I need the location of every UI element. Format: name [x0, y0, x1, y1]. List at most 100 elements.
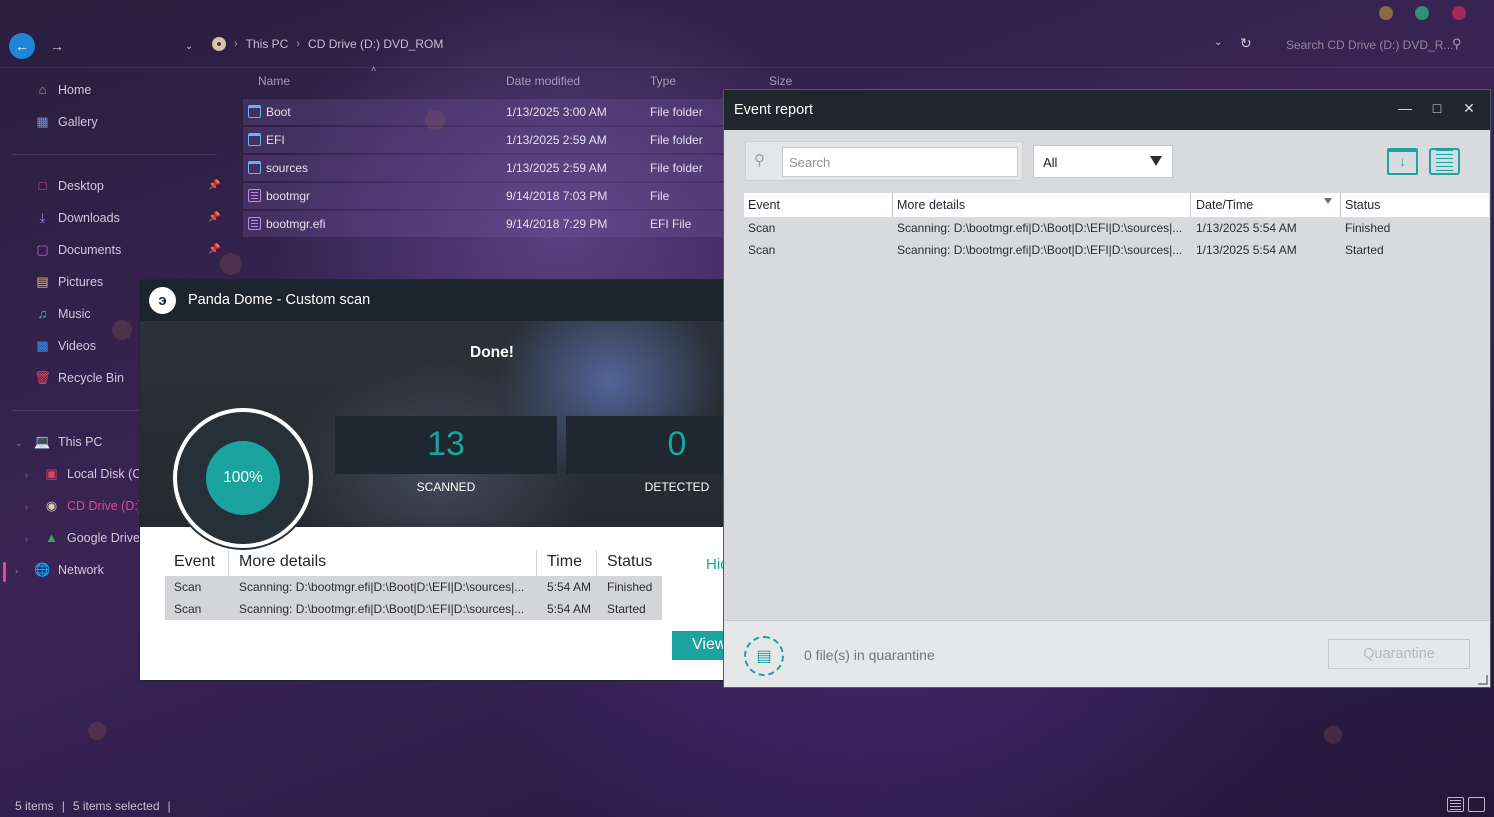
- file-type: File folder: [650, 133, 703, 147]
- event-report-title-bar[interactable]: Event report — □ ✕: [724, 90, 1490, 130]
- music-icon: ♫: [37, 306, 48, 321]
- refresh-icon[interactable]: ↻: [1240, 35, 1252, 52]
- forward-button[interactable]: →: [44, 33, 70, 59]
- scan-progress-ring: 100%: [173, 408, 313, 548]
- close-icon[interactable]: ✕: [1460, 100, 1478, 117]
- videos-icon: ▩: [36, 337, 49, 353]
- expand-chevron-icon[interactable]: ⌄: [15, 438, 23, 449]
- sidebar-item-music[interactable]: ♫ Music: [35, 306, 91, 321]
- column-header-datetime[interactable]: Date/Time: [1196, 198, 1253, 212]
- expand-chevron-icon[interactable]: ›: [15, 566, 18, 576]
- file-type: EFI File: [650, 217, 692, 231]
- row-details: Scanning: D:\bootmgr.efi|D:\Boot|D:\EFI|…: [239, 580, 525, 594]
- sidebar-item-pictures[interactable]: ▤ Pictures: [35, 274, 103, 289]
- column-divider: [1340, 193, 1341, 217]
- panda-title-bar[interactable]: э Panda Dome - Custom scan: [140, 280, 738, 321]
- breadcrumb[interactable]: › This PC › CD Drive (D:) DVD_ROM: [212, 37, 443, 51]
- file-type: File: [650, 189, 670, 203]
- column-header-type[interactable]: Type: [650, 74, 676, 88]
- sidebar-item-label: Documents: [58, 242, 122, 257]
- sidebar-item-desktop[interactable]: □ Desktop: [35, 178, 104, 193]
- file-row[interactable]: Boot 1/13/2025 3:00 AM File folder: [243, 99, 737, 125]
- file-icon: [248, 189, 261, 202]
- details-view-button[interactable]: [1447, 797, 1464, 812]
- folder-icon: [248, 133, 261, 146]
- event-table-header: Event More details Date/Time Status: [744, 193, 1489, 217]
- back-button[interactable]: ←: [9, 33, 35, 59]
- scanned-count: 13: [427, 425, 465, 463]
- file-name: bootmgr.efi: [266, 217, 326, 231]
- event-search-input[interactable]: Search: [782, 147, 1018, 177]
- column-header-event[interactable]: Event: [748, 198, 780, 212]
- window-control-dot[interactable]: [1379, 6, 1393, 20]
- row-status: Finished: [607, 580, 653, 594]
- window-control-dot[interactable]: [1415, 6, 1429, 20]
- column-header-status[interactable]: Status: [1345, 198, 1380, 212]
- print-icon[interactable]: [1429, 148, 1460, 175]
- column-header-date[interactable]: Date modified: [506, 74, 580, 88]
- export-icon[interactable]: ↓: [1387, 148, 1418, 175]
- sidebar-item-downloads[interactable]: ⤓ Downloads: [35, 210, 120, 225]
- sidebar-item-documents[interactable]: ▢ Documents: [35, 242, 121, 257]
- sidebar-item-local-disk[interactable]: ▣ Local Disk (C:): [44, 466, 149, 481]
- file-row[interactable]: EFI 1/13/2025 2:59 AM File folder: [243, 127, 737, 153]
- tiles-view-button[interactable]: [1468, 797, 1485, 812]
- row-event: Scan: [174, 602, 202, 616]
- breadcrumb-cd-drive[interactable]: CD Drive (D:) DVD_ROM: [308, 37, 443, 51]
- table-row[interactable]: Scan Scanning: D:\bootmgr.efi|D:\Boot|D:…: [165, 598, 662, 620]
- file-date: 9/14/2018 7:29 PM: [506, 217, 608, 231]
- search-area: ⚲ Search: [745, 141, 1023, 181]
- resize-grip-icon[interactable]: [1478, 675, 1488, 685]
- address-dropdown-icon[interactable]: ⌄: [1214, 37, 1222, 48]
- expand-chevron-icon[interactable]: ›: [25, 534, 28, 544]
- selected-indicator: [3, 562, 6, 582]
- sidebar-item-videos[interactable]: ▩ Videos: [35, 338, 96, 353]
- filter-selected-value: All: [1043, 155, 1058, 170]
- quarantine-button[interactable]: Quarantine: [1328, 639, 1470, 669]
- maximize-icon[interactable]: □: [1428, 100, 1446, 116]
- scan-progress-value: 100%: [206, 441, 280, 515]
- expand-chevron-icon[interactable]: ›: [25, 502, 28, 512]
- sidebar-item-home[interactable]: ⌂ Home: [35, 82, 92, 97]
- minimize-icon[interactable]: —: [1396, 100, 1414, 116]
- quarantine-icon: ▤: [744, 636, 784, 676]
- sidebar-item-recycle-bin[interactable]: 🗑 Recycle Bin: [34, 370, 124, 385]
- disk-icon: ▣: [45, 465, 58, 481]
- pin-icon[interactable]: 📌: [208, 244, 220, 255]
- row-status: Started: [1345, 243, 1384, 257]
- file-row[interactable]: sources 1/13/2025 2:59 AM File folder: [243, 155, 737, 181]
- event-filter-select[interactable]: All: [1033, 145, 1173, 178]
- recent-locations-chevron-icon[interactable]: ⌄: [176, 33, 202, 59]
- computer-icon: 💻: [34, 433, 51, 449]
- quarantine-footer: ▤ 0 file(s) in quarantine Quarantine: [724, 620, 1490, 687]
- sidebar-item-this-pc[interactable]: 💻 This PC: [34, 433, 102, 449]
- sidebar-item-google-drive[interactable]: ▲ Google Drive (: [44, 530, 148, 545]
- sidebar-item-label: Recycle Bin: [58, 370, 124, 385]
- column-header-details[interactable]: More details: [897, 198, 965, 212]
- panda-window-title: Panda Dome - Custom scan: [188, 292, 371, 308]
- row-time: 5:54 AM: [547, 580, 592, 594]
- item-count: 5 items: [15, 799, 54, 813]
- column-header-name[interactable]: Name: [258, 74, 290, 88]
- search-input[interactable]: Search CD Drive (D:) DVD_R...: [1286, 38, 1453, 52]
- sidebar-item-label: Music: [58, 306, 91, 321]
- search-icon: ⚲: [754, 152, 765, 169]
- file-date: 1/13/2025 2:59 AM: [506, 161, 607, 175]
- folder-icon: [248, 161, 261, 174]
- column-header-size[interactable]: Size: [769, 74, 792, 88]
- breadcrumb-this-pc[interactable]: This PC: [246, 37, 289, 51]
- sidebar-item-network[interactable]: 🌐 Network: [34, 562, 103, 577]
- table-row[interactable]: Scan Scanning: D:\bootmgr.efi|D:\Boot|D:…: [165, 576, 662, 598]
- sidebar-item-gallery[interactable]: ▦ Gallery: [35, 114, 97, 129]
- expand-chevron-icon[interactable]: ›: [25, 470, 28, 480]
- window-control-dot[interactable]: [1452, 6, 1466, 20]
- file-row[interactable]: bootmgr.efi 9/14/2018 7:29 PM EFI File: [243, 211, 737, 237]
- pin-icon[interactable]: 📌: [208, 180, 220, 191]
- table-row[interactable]: Scan Scanning: D:\bootmgr.efi|D:\Boot|D:…: [744, 217, 1489, 239]
- file-row[interactable]: bootmgr 9/14/2018 7:03 PM File: [243, 183, 737, 209]
- table-row[interactable]: Scan Scanning: D:\bootmgr.efi|D:\Boot|D:…: [744, 239, 1489, 261]
- sidebar-item-cd-drive[interactable]: ◉ CD Drive (D:) D: [44, 498, 155, 513]
- pin-icon[interactable]: 📌: [208, 212, 220, 223]
- explorer-toolbar: ← → ⌄ › This PC › CD Drive (D:) DVD_ROM …: [0, 0, 1494, 68]
- search-icon[interactable]: ⚲: [1452, 36, 1462, 52]
